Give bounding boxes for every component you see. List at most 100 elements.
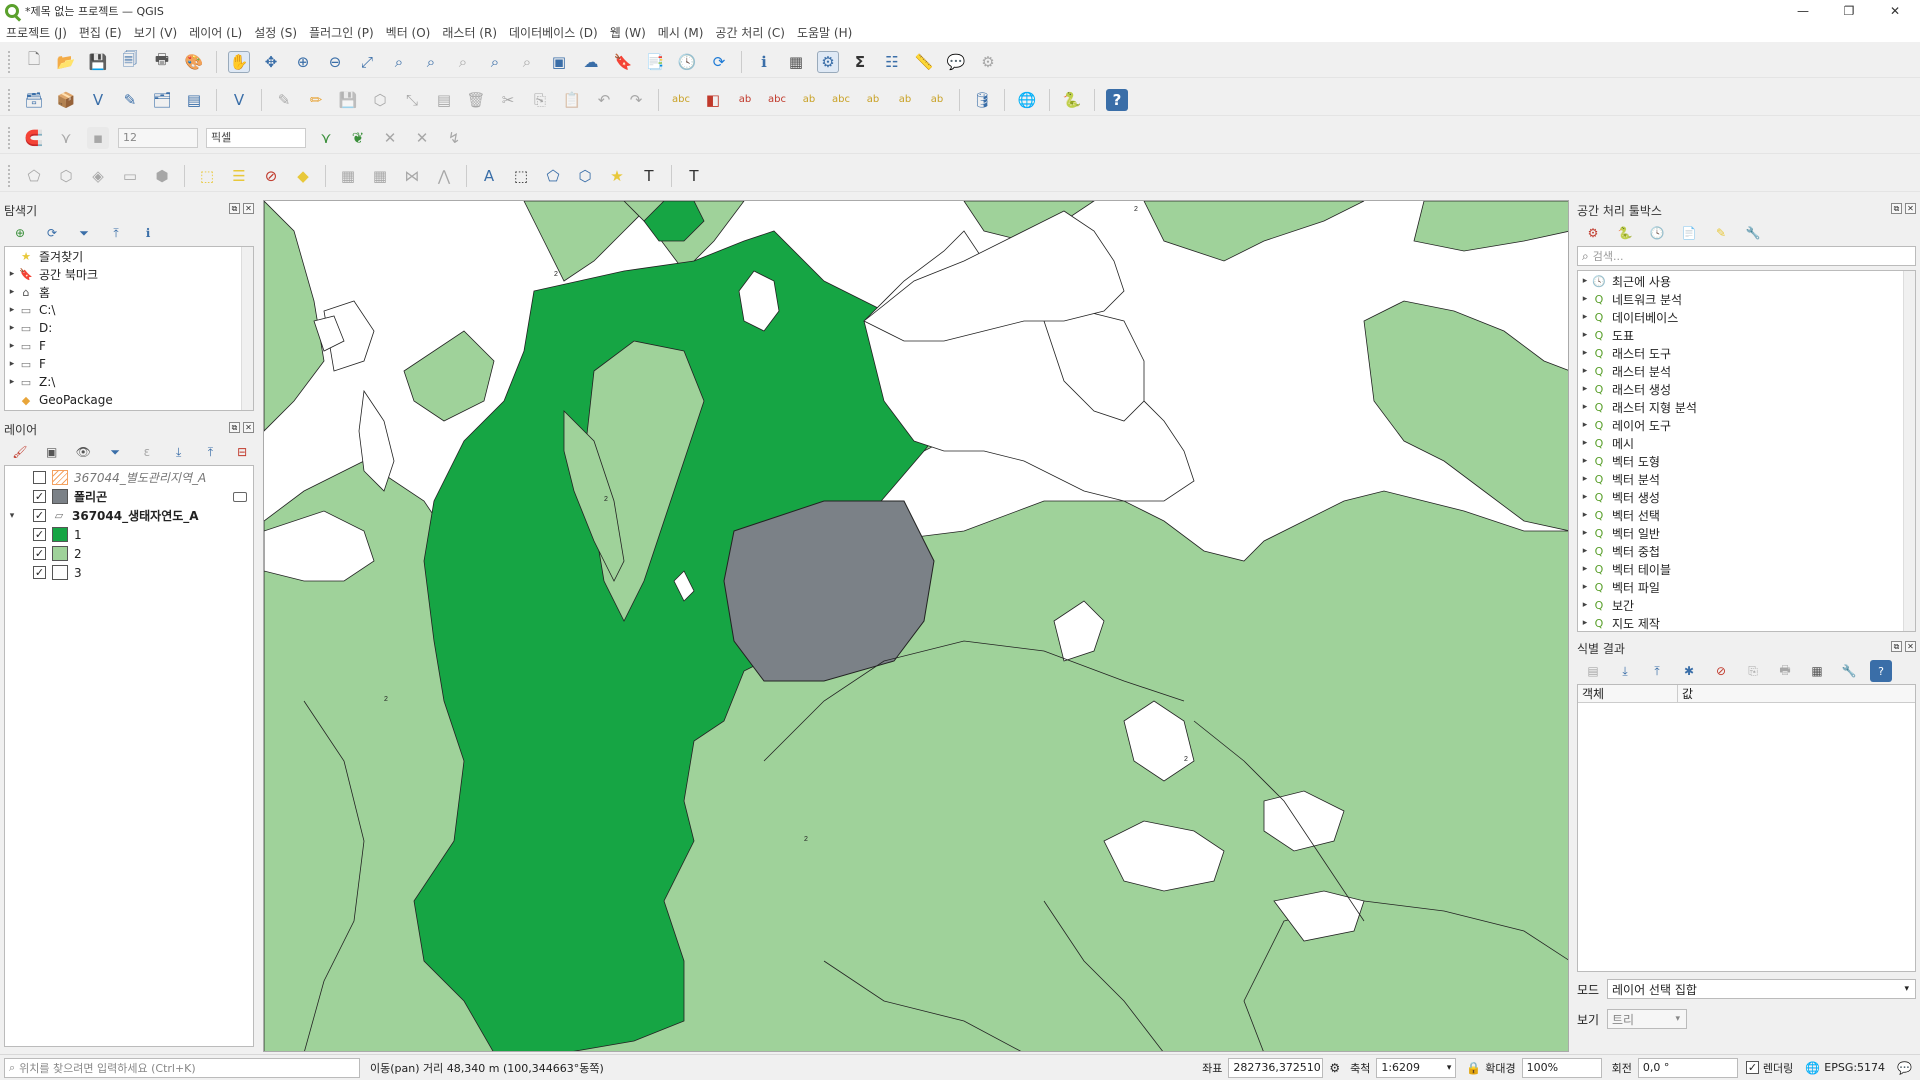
properties-icon[interactable]: ℹ — [137, 222, 159, 244]
legend-class-row[interactable]: ✓ 3 — [5, 563, 253, 582]
open-layer-styling-icon[interactable]: 🖌 — [9, 441, 31, 463]
save-as-icon[interactable]: 🗐 — [119, 50, 141, 73]
add-vector-icon[interactable]: V — [228, 89, 250, 111]
menu-database[interactable]: 데이터베이스 (D) — [509, 24, 598, 41]
change-label-icon[interactable]: ab — [894, 89, 916, 111]
column-header-feature[interactable]: 객체 — [1578, 685, 1678, 702]
scale-select[interactable]: 1:6209 ▾ — [1376, 1057, 1457, 1078]
map-canvas[interactable]: 2 2 2 2 2 2 — [263, 200, 1569, 1052]
menu-plugins[interactable]: 플러그인 (P) — [309, 24, 374, 41]
legend-class-row[interactable]: ✓ 1 — [5, 525, 253, 544]
results-viewer-icon[interactable]: 📄 — [1678, 222, 1700, 244]
annotation-text-tool-icon[interactable]: T — [638, 165, 660, 187]
menu-settings[interactable]: 설정 (S) — [254, 24, 297, 41]
zoom-native-icon[interactable]: ⌕ — [452, 51, 474, 73]
snapping-tolerance-spinbox[interactable]: 12 — [118, 127, 198, 148]
options-icon[interactable]: 🔧 — [1742, 222, 1764, 244]
new-spatialite-icon[interactable]: ✎ — [119, 89, 141, 111]
browser-item[interactable]: ▸ ▭ D: — [5, 319, 253, 337]
add-feature-icon[interactable]: ⬡ — [369, 89, 391, 111]
toolbox-item[interactable]: ▸ Q 벡터 중첩 — [1578, 542, 1915, 560]
map-tips-icon[interactable]: 💬 — [945, 51, 967, 73]
restore-button[interactable]: ❐ — [1826, 0, 1872, 22]
undo-icon[interactable]: ↶ — [593, 89, 615, 111]
snapping-type-icon[interactable]: ▪ — [87, 126, 109, 149]
pan-icon[interactable]: ✋ — [228, 50, 250, 73]
open-table-icon[interactable]: ☷ — [881, 51, 903, 73]
measure-icon[interactable]: 📏 — [913, 51, 935, 73]
layer-checkbox[interactable] — [33, 471, 46, 484]
layer-checkbox[interactable]: ✓ — [33, 509, 46, 522]
new-shapefile-icon[interactable]: V — [87, 89, 109, 111]
browser-scrollbar[interactable] — [241, 247, 253, 410]
browser-filter-icon[interactable]: ⏷ — [73, 222, 95, 244]
class-checkbox[interactable]: ✓ — [33, 566, 46, 579]
browser-item[interactable]: ▸ 🔖 공간 북마크 — [5, 265, 253, 283]
zoom-out-icon[interactable]: ⊖ — [324, 51, 346, 73]
toolbox-item[interactable]: ▸ Q 네트워크 분석 — [1578, 290, 1915, 308]
close-panel-icon[interactable]: ✕ — [243, 422, 254, 433]
db-manager-icon[interactable]: 🛢 — [971, 89, 993, 111]
menu-help[interactable]: 도움말 (H) — [797, 24, 852, 41]
annotation-text-icon[interactable]: A — [478, 165, 500, 187]
rotate-label-icon[interactable]: ab — [862, 89, 884, 111]
toolbox-item[interactable]: ▸ Q 레이어 도구 — [1578, 416, 1915, 434]
collapse-all-layers-icon[interactable]: ⤒ — [200, 441, 222, 463]
toolbox-item[interactable]: ▸ Q 벡터 생성 — [1578, 488, 1915, 506]
highlight-labels-icon[interactable]: abc — [766, 89, 788, 111]
style-manager-icon[interactable]: 🎨 — [183, 51, 205, 73]
label-properties-icon[interactable]: ab — [926, 89, 948, 111]
menu-project[interactable]: 프로젝트 (J) — [6, 24, 67, 41]
select-location-icon[interactable]: ◆ — [292, 165, 314, 187]
identify-options-icon[interactable]: 🔧 — [1838, 660, 1860, 682]
snapping-intersection-icon[interactable]: ❦ — [347, 127, 369, 149]
select-by-value-icon[interactable]: ☰ — [228, 165, 250, 187]
clear-results-icon[interactable]: ⊘ — [1710, 660, 1732, 682]
data-source-manager-icon[interactable]: 🗃 — [23, 89, 45, 111]
delete-ring-icon[interactable]: ▭ — [119, 165, 141, 187]
toolbox-item[interactable]: ▸ 🕓 최근에 사용 — [1578, 272, 1915, 290]
magnifier-spinbox[interactable]: 100% — [1521, 1057, 1602, 1078]
pan-to-selection-icon[interactable]: ✥ — [260, 51, 282, 73]
help-icon[interactable]: ? — [1106, 88, 1128, 111]
annotation-polygon-icon[interactable]: ⬠ — [542, 165, 564, 187]
toolbox-item[interactable]: ▸ Q 벡터 테이블 — [1578, 560, 1915, 578]
history-icon[interactable]: 🕓 — [1646, 222, 1668, 244]
locate-icon[interactable]: ⚙ — [977, 51, 999, 73]
messages-icon[interactable]: 💬 — [1897, 1061, 1912, 1075]
close-button[interactable]: ✕ — [1872, 0, 1918, 22]
menu-edit[interactable]: 편집 (E) — [79, 24, 122, 41]
identify-view-select[interactable]: 트리 ▾ — [1607, 1009, 1687, 1029]
close-panel-icon[interactable]: ✕ — [243, 203, 254, 214]
minimize-button[interactable]: — — [1780, 0, 1826, 22]
toolbox-item[interactable]: ▸ Q 래스터 분석 — [1578, 362, 1915, 380]
new-bookmark-icon[interactable]: 🔖 — [612, 51, 634, 73]
toolbox-item[interactable]: ▸ Q 벡터 분석 — [1578, 470, 1915, 488]
browser-item[interactable]: ◆ GeoPackage — [5, 391, 253, 409]
float-icon[interactable]: ⧉ — [1891, 203, 1902, 214]
metasearch-icon[interactable]: 🌐 — [1016, 89, 1038, 111]
cut-icon[interactable]: ✂ — [497, 89, 519, 111]
topological-editing-icon[interactable]: ⋎ — [315, 127, 337, 149]
identify-mode-icon[interactable]: ▦ — [369, 165, 391, 187]
new-map-view-icon[interactable]: ▣ — [548, 51, 570, 73]
lock-scale-icon[interactable]: 🔒 — [1466, 1061, 1481, 1075]
scripts-icon[interactable]: 🐍 — [1614, 222, 1636, 244]
modify-attributes-icon[interactable]: ▤ — [433, 89, 455, 111]
legend-class-row[interactable]: ✓ 2 — [5, 544, 253, 563]
menu-vector[interactable]: 벡터 (O) — [386, 24, 431, 41]
toolbox-item[interactable]: ▸ Q 벡터 선택 — [1578, 506, 1915, 524]
browser-item[interactable]: ▸ ▭ F — [5, 355, 253, 373]
toggle-editing-icon[interactable]: ✏ — [305, 89, 327, 111]
new-temp-layer-icon[interactable]: 🗂 — [151, 89, 173, 111]
browser-item[interactable]: ▸ ⌂ 홈 — [5, 283, 253, 301]
add-group-icon[interactable]: ▣ — [41, 441, 63, 463]
refresh-icon[interactable]: ⟳ — [708, 51, 730, 73]
move-label-icon[interactable]: ab — [798, 89, 820, 111]
crs-globe-icon[interactable]: 🌐 — [1805, 1061, 1820, 1075]
map-svg[interactable]: 2 2 2 2 2 2 — [264, 201, 1569, 1052]
field-calculator-icon[interactable]: ▦ — [337, 165, 359, 187]
toolbox-item[interactable]: ▸ Q 데이터베이스 — [1578, 308, 1915, 326]
delete-selected-icon[interactable]: 🗑 — [465, 89, 487, 111]
edit-indicator-icon[interactable] — [233, 491, 247, 502]
